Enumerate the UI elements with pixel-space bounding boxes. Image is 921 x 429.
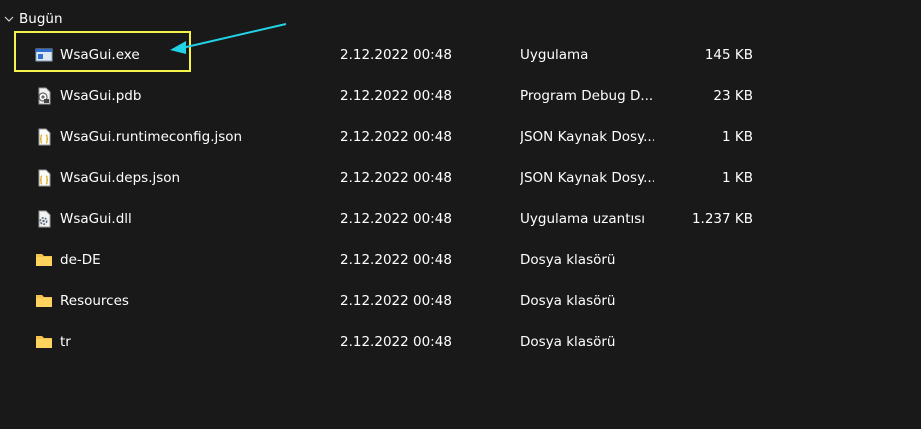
file-size: 1.237 KB (691, 211, 753, 227)
folder-row[interactable]: Resources 2.12.2022 00:48 Dosya klasörü (0, 288, 921, 314)
file-type: Program Debug D... (520, 88, 654, 104)
file-type: Uygulama (520, 47, 589, 63)
folder-row[interactable]: tr 2.12.2022 00:48 Dosya klasörü (0, 329, 921, 355)
json-file-icon (38, 169, 51, 187)
file-date: 2.12.2022 00:48 (340, 211, 452, 227)
file-type: Dosya klasörü (520, 293, 616, 309)
file-row[interactable]: WsaGui.dll 2.12.2022 00:48 Uygulama uzan… (0, 206, 921, 232)
folder-row[interactable]: de-DE 2.12.2022 00:48 Dosya klasörü (0, 247, 921, 273)
file-type: Dosya klasörü (520, 334, 616, 350)
annotation-arrow-icon (170, 23, 287, 54)
group-title: Bugün (19, 11, 63, 27)
file-size: 145 KB (704, 47, 753, 63)
file-date: 2.12.2022 00:48 (340, 170, 452, 186)
file-name: WsaGui.deps.json (60, 170, 181, 186)
folder-name: Resources (60, 293, 129, 309)
file-size: 23 KB (713, 88, 753, 104)
file-name: WsaGui.runtimeconfig.json (60, 129, 243, 145)
file-size: 1 KB (722, 170, 753, 186)
folder-icon (36, 254, 52, 266)
folder-name: de-DE (60, 252, 101, 268)
group-header-today[interactable]: Bugün (0, 8, 63, 30)
file-row[interactable]: WsaGui.deps.json 2.12.2022 00:48 JSON Ka… (0, 165, 921, 191)
json-file-icon (38, 128, 51, 146)
folder-name: tr (60, 334, 71, 350)
file-name: WsaGui.dll (60, 211, 132, 227)
file-size: 1 KB (722, 129, 753, 145)
file-date: 2.12.2022 00:48 (340, 334, 452, 350)
file-row[interactable]: WsaGui.pdb 2.12.2022 00:48 Program Debug… (0, 83, 921, 109)
file-type: Dosya klasörü (520, 252, 616, 268)
folder-icon (36, 336, 52, 348)
folder-icon (36, 295, 52, 307)
file-type: JSON Kaynak Dosy... (520, 170, 654, 186)
file-explorer-list: Bugün WsaGui.exe 2.12.2022 00:48 Uygulam… (0, 0, 921, 429)
file-date: 2.12.2022 00:48 (340, 47, 452, 63)
file-name: WsaGui.pdb (60, 88, 142, 104)
file-type: JSON Kaynak Dosy... (520, 129, 654, 145)
file-date: 2.12.2022 00:48 (340, 293, 452, 309)
dll-file-icon (38, 210, 51, 228)
file-date: 2.12.2022 00:48 (340, 129, 452, 145)
file-date: 2.12.2022 00:48 (340, 88, 452, 104)
file-type: Uygulama uzantısı (520, 211, 646, 227)
file-row[interactable]: WsaGui.runtimeconfig.json 2.12.2022 00:4… (0, 124, 921, 150)
pdb-file-icon (38, 87, 51, 105)
chevron-down-icon[interactable] (2, 12, 16, 26)
file-date: 2.12.2022 00:48 (340, 252, 452, 268)
